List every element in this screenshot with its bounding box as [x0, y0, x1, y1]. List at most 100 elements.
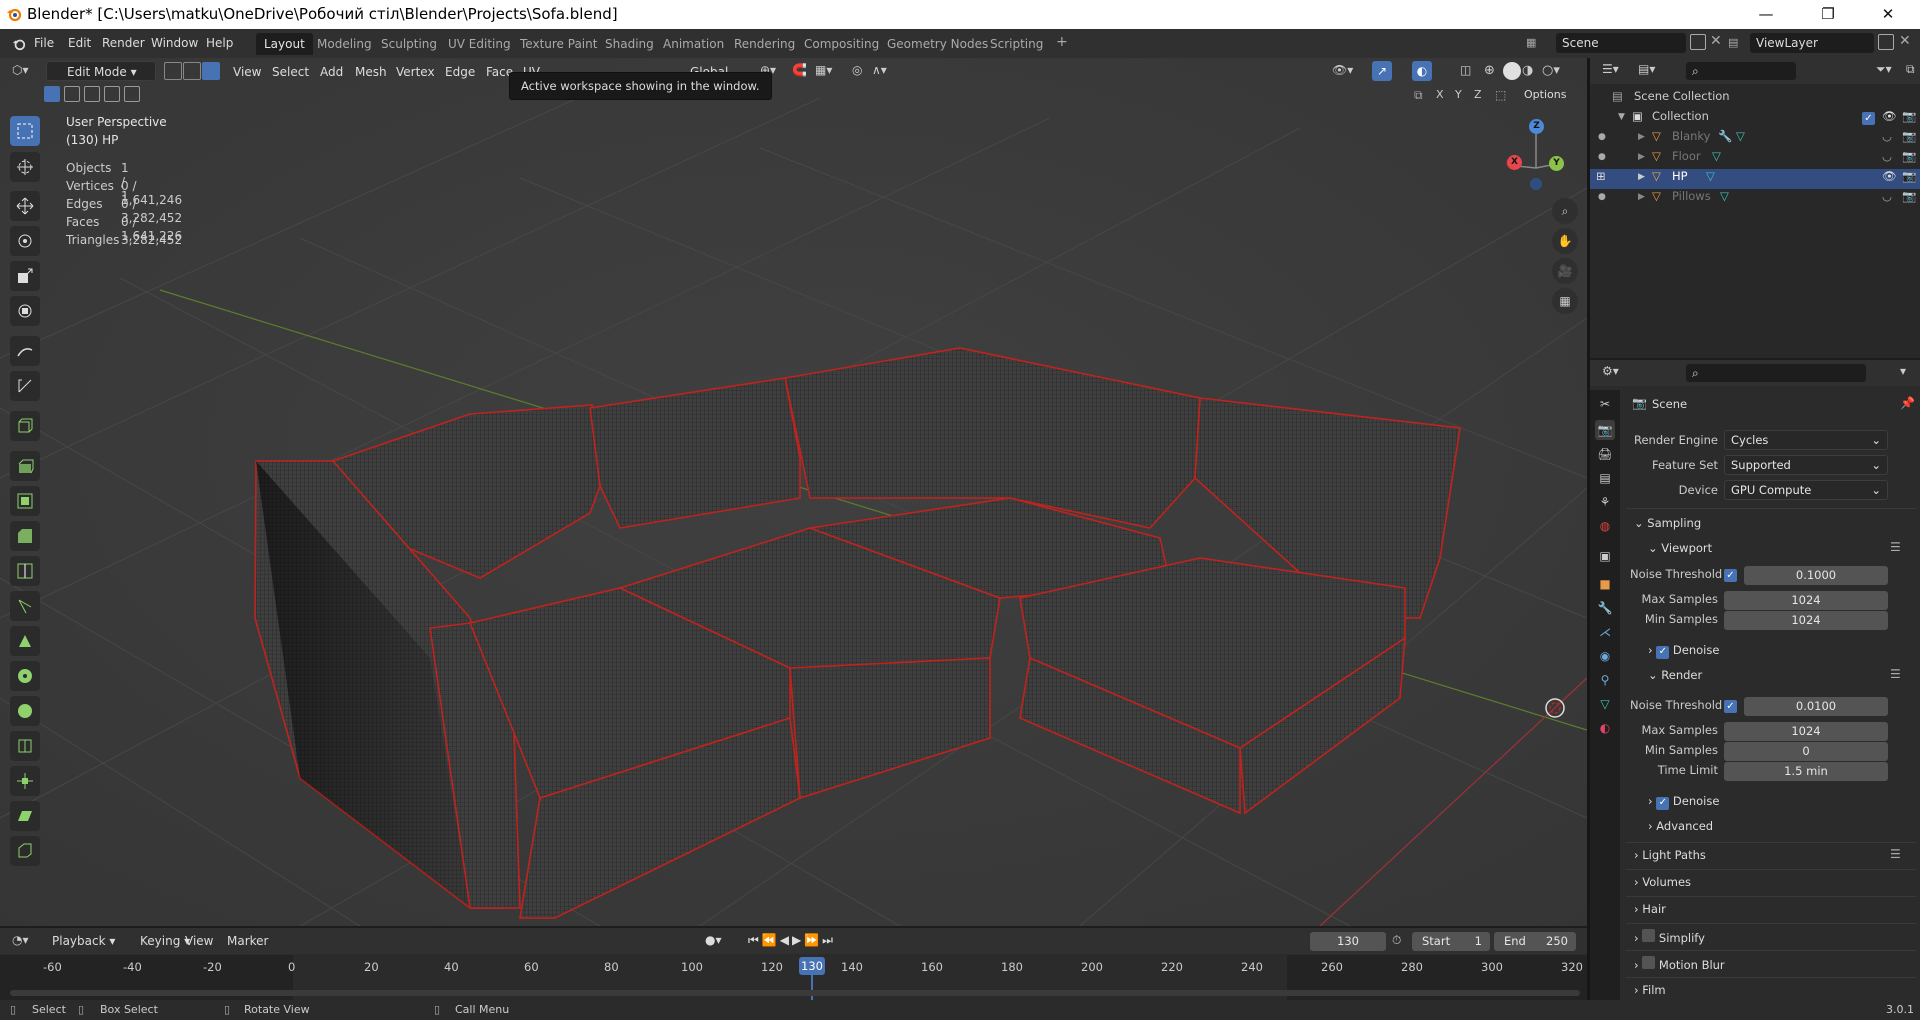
poly-build-tool[interactable] — [10, 626, 40, 656]
tab-texture-paint[interactable]: Texture Paint — [512, 35, 605, 53]
loop-cut-tool[interactable] — [10, 556, 40, 586]
tab-compositing[interactable]: Compositing — [796, 35, 887, 53]
list-menu-icon[interactable]: ☰ — [1890, 667, 1901, 681]
outliner-search[interactable]: ⌕ — [1686, 62, 1796, 80]
sampling-panel-header[interactable]: ⌄ Sampling — [1634, 516, 1701, 530]
select-box-tool[interactable] — [10, 116, 40, 146]
expand-arrow-icon[interactable]: ▶ — [1638, 172, 1645, 182]
properties-editor-icon[interactable]: ⚙▾ — [1602, 364, 1619, 378]
viewport-denoise-subpanel[interactable]: › ✓ Denoise — [1648, 643, 1719, 659]
collection-tab-icon[interactable]: ▣ — [1595, 546, 1615, 566]
hidden-eye-icon[interactable]: ◡ — [1882, 189, 1892, 203]
hidden-eye-icon[interactable]: ◡ — [1882, 129, 1892, 143]
menu-select[interactable]: Select — [272, 65, 309, 79]
render-camera-icon[interactable]: 📷 — [1902, 149, 1916, 163]
timeline-scrollbar[interactable] — [10, 990, 1580, 996]
material-tab-icon[interactable]: ◐ — [1595, 718, 1615, 738]
constraints-tab-icon[interactable]: ⚲ — [1595, 670, 1615, 690]
solid-shading-icon[interactable] — [1503, 62, 1521, 80]
vertex-select-icon[interactable] — [164, 62, 182, 80]
visibility-eye-icon[interactable]: 👁 — [1882, 169, 1897, 183]
mirror-x[interactable]: X — [1436, 88, 1444, 101]
render-camera-icon[interactable]: 📷 — [1902, 109, 1916, 123]
record-icon[interactable]: ●▾ — [705, 933, 722, 947]
motion-blur-panel[interactable]: › Motion Blur — [1634, 956, 1725, 972]
zoom-icon[interactable]: ⌕ — [1552, 198, 1578, 224]
render-min-samples[interactable]: 0 — [1724, 742, 1888, 761]
list-menu-icon[interactable]: ☰ — [1890, 847, 1901, 861]
new-collection-icon[interactable]: ⧉ — [1906, 62, 1915, 77]
playhead-frame-indicator[interactable]: 130 — [799, 957, 825, 975]
render-subpanel-header[interactable]: ⌄ Render — [1648, 668, 1702, 682]
denoise-checkbox[interactable]: ✓ — [1656, 645, 1670, 659]
add-workspace-button[interactable]: + — [1048, 32, 1076, 52]
gizmo-z-axis[interactable]: Z — [1529, 119, 1544, 134]
outliner-item[interactable]: ● ▶ ▽ Floor ▽ ◡ 📷 — [1590, 149, 1920, 169]
hidden-eye-icon[interactable]: ◡ — [1882, 149, 1892, 163]
tab-shading[interactable]: Shading — [597, 35, 662, 53]
gizmo-toggle-icon[interactable]: ↗ — [1372, 61, 1392, 81]
annotate-tool[interactable] — [10, 336, 40, 366]
new-scene-icon[interactable] — [1690, 34, 1706, 50]
feature-set-dropdown[interactable]: Supported ⌄ — [1724, 455, 1888, 475]
outliner-item[interactable]: ● ▶ ▽ Blanky 🔧 ▽ ◡ 📷 — [1590, 129, 1920, 149]
tab-rendering[interactable]: Rendering — [726, 35, 803, 53]
move-tool[interactable] — [10, 191, 40, 221]
world-tab-icon[interactable]: ◍ — [1595, 516, 1615, 536]
select-intersect-icon[interactable] — [124, 86, 140, 102]
scene-selector[interactable]: Scene — [1556, 33, 1686, 53]
menu-mesh[interactable]: Mesh — [355, 65, 387, 79]
edge-slide-tool[interactable] — [10, 731, 40, 761]
maximize-button[interactable]: ❐ — [1805, 0, 1851, 29]
properties-search[interactable]: ⌕ — [1686, 364, 1866, 382]
pin-icon[interactable]: 📌 — [1900, 396, 1915, 410]
outliner-item-selected[interactable]: ⊞ ▶ ▽ HP ▽ 👁 📷 — [1590, 169, 1920, 189]
outliner-collection[interactable]: ▼ ▣ Collection ✓ 👁 📷 — [1590, 109, 1920, 129]
spin-tool[interactable] — [10, 661, 40, 691]
select-extend-icon[interactable] — [64, 86, 80, 102]
mirror-z[interactable]: Z — [1474, 88, 1482, 101]
playback-menu[interactable]: Playback ▾ — [52, 934, 115, 948]
select-invert-icon[interactable] — [104, 86, 120, 102]
gizmo-y-axis[interactable]: Y — [1549, 156, 1564, 171]
knife-tool[interactable] — [10, 591, 40, 621]
render-denoise-subpanel[interactable]: › ✓ Denoise — [1648, 794, 1719, 810]
properties-options-icon[interactable]: ▾ — [1900, 364, 1906, 378]
camera-view-icon[interactable]: 🎥 — [1552, 258, 1578, 284]
shrink-fatten-tool[interactable] — [10, 766, 40, 796]
viewport-subpanel-header[interactable]: ⌄ Viewport — [1648, 541, 1712, 555]
mode-dropdown[interactable]: Edit Mode ▾ — [46, 61, 156, 81]
output-tab-icon[interactable]: 🖨 — [1595, 444, 1615, 464]
menu-edge[interactable]: Edge — [445, 65, 475, 79]
select-mode-icons[interactable] — [44, 86, 140, 104]
timeline-editor-icon[interactable]: ◔▾ — [12, 933, 29, 947]
device-dropdown[interactable]: GPU Compute ⌄ — [1724, 480, 1888, 500]
snap-icon[interactable]: 🧲 — [792, 63, 807, 77]
menu-add[interactable]: Add — [320, 65, 343, 79]
view-layer-tab-icon[interactable]: ▤ — [1595, 468, 1615, 488]
visibility-icon[interactable]: 👁▾ — [1332, 63, 1353, 77]
object-tab-icon[interactable]: ■ — [1595, 574, 1615, 594]
expand-arrow-icon[interactable]: ▶ — [1638, 132, 1645, 142]
measure-tool[interactable] — [10, 371, 40, 401]
wireframe-shading-icon[interactable]: ⊕ — [1484, 63, 1495, 78]
menu-file[interactable]: File — [29, 34, 59, 52]
render-noise-threshold[interactable]: 0.0100 — [1744, 697, 1888, 716]
filter-icon[interactable]: ⏷▾ — [1876, 62, 1892, 77]
shear-tool[interactable] — [10, 801, 40, 831]
editor-type-icon[interactable]: ⬡▾ — [12, 63, 29, 77]
menu-vertex[interactable]: Vertex — [396, 65, 435, 79]
snap-target-icon[interactable]: ▦▾ — [815, 63, 832, 77]
close-window-button[interactable]: ✕ — [1865, 0, 1911, 29]
render-camera-icon[interactable]: 📷 — [1902, 169, 1916, 183]
list-menu-icon[interactable]: ☰ — [1890, 540, 1901, 554]
mirror-y[interactable]: Y — [1455, 88, 1462, 101]
edge-select-icon[interactable] — [183, 62, 201, 80]
keying-menu[interactable]: Keying ▾ — [140, 934, 190, 948]
current-frame-field[interactable]: 130 — [1310, 932, 1386, 951]
outliner-item[interactable]: ● ▶ ▽ Pillows ▽ ◡ 📷 — [1590, 189, 1920, 209]
xray-icon[interactable]: ◫ — [1460, 63, 1471, 77]
visibility-eye-icon[interactable]: 👁 — [1882, 109, 1897, 123]
tool-tab-icon[interactable]: ✂ — [1595, 394, 1615, 414]
tab-sculpting[interactable]: Sculpting — [373, 35, 445, 53]
